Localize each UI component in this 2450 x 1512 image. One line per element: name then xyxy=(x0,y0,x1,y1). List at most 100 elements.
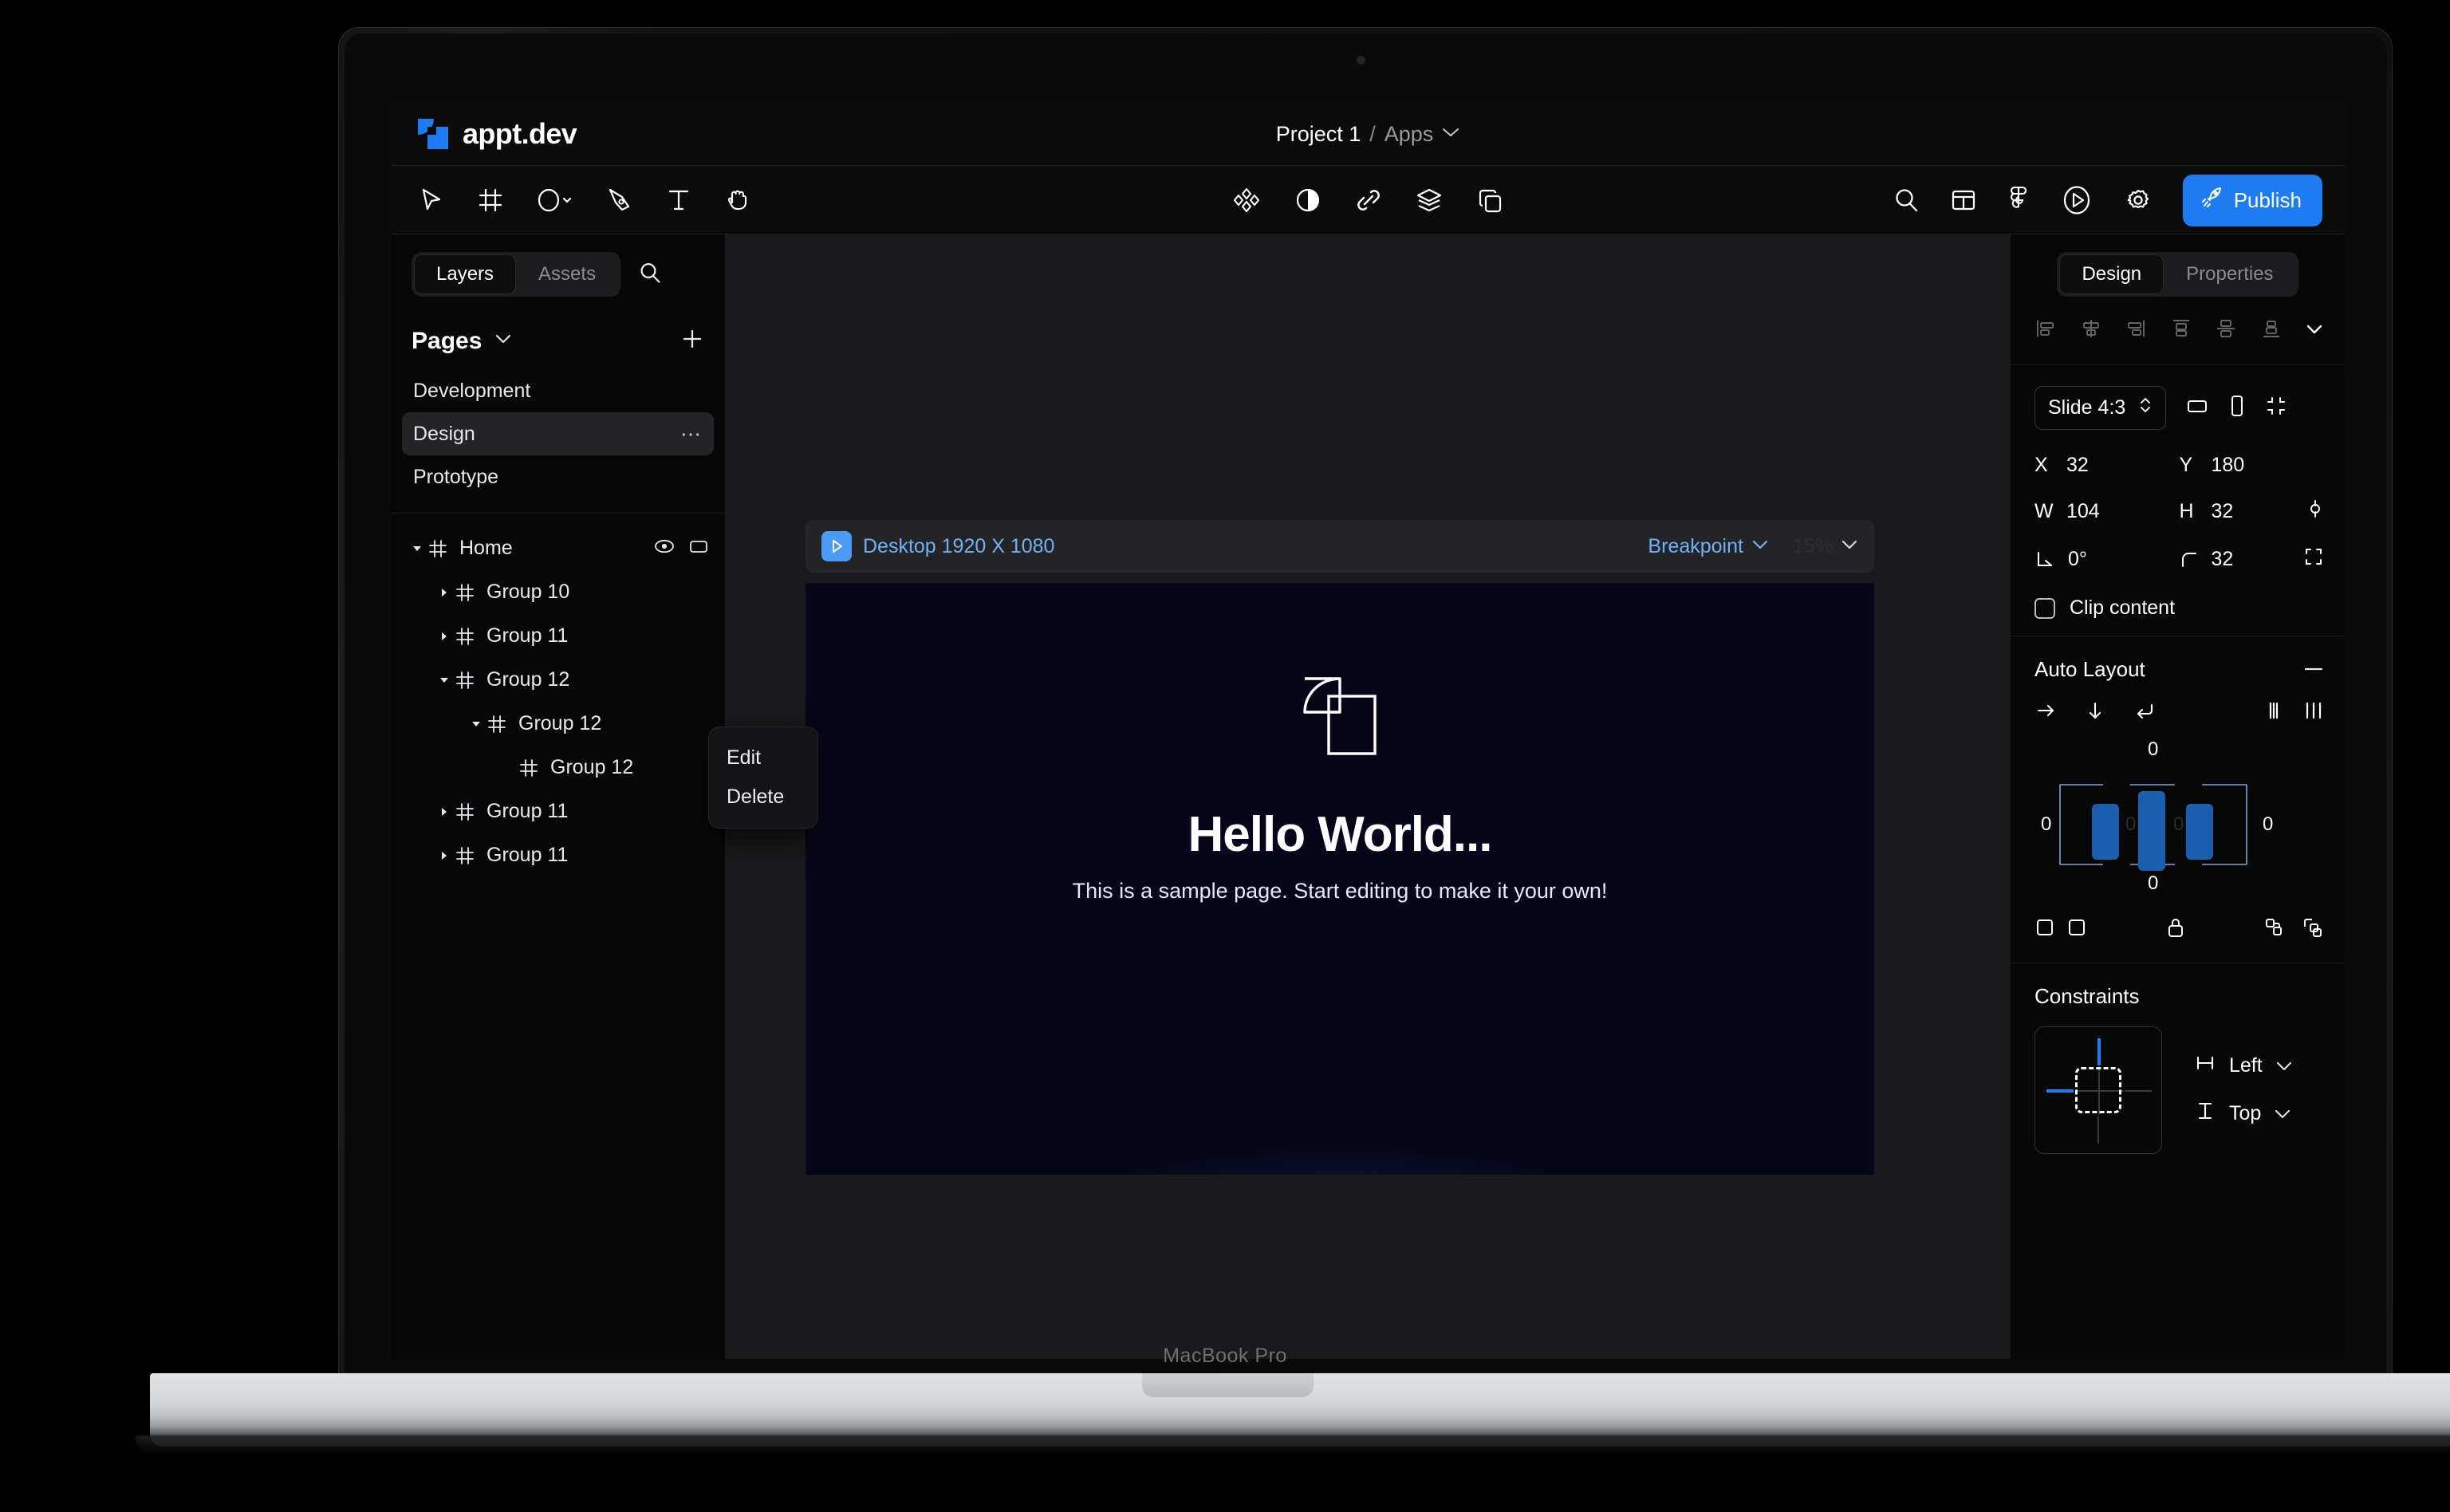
pen-icon[interactable] xyxy=(606,187,633,214)
width-field[interactable]: W 104 xyxy=(2034,498,2180,526)
play-triangle-icon[interactable] xyxy=(821,531,852,561)
copy-icon[interactable] xyxy=(1476,187,1503,214)
eye-icon[interactable] xyxy=(653,537,676,560)
page-item-development[interactable]: Development xyxy=(402,369,714,412)
padding-right-value[interactable]: 0 xyxy=(2263,813,2273,836)
layer-row-group-11-a[interactable]: Group 11 xyxy=(391,614,725,658)
padding-left-value[interactable]: 0 xyxy=(2041,813,2051,836)
table-grid-icon[interactable] xyxy=(1950,187,1977,214)
constraint-line-top[interactable] xyxy=(2097,1038,2101,1065)
height-field[interactable]: H 32 xyxy=(2180,498,2325,526)
frame-tag-icon[interactable] xyxy=(688,537,709,560)
arrow-down-icon[interactable] xyxy=(2084,699,2106,726)
layer-row-group-11-b[interactable]: Group 11 xyxy=(391,789,725,833)
context-menu-item-delete[interactable]: Delete xyxy=(709,778,817,817)
stack-front-icon[interactable] xyxy=(2263,916,2286,943)
page-item-design[interactable]: Design ⋯ xyxy=(402,412,714,455)
canvas-area[interactable]: Desktop 1920 X 1080 Breakpoint 15% Hello… xyxy=(726,234,2010,1359)
ellipse-icon[interactable] xyxy=(536,187,574,214)
chevron-down-icon[interactable] xyxy=(2305,323,2324,339)
breadcrumb-section[interactable]: Apps xyxy=(1385,122,1434,147)
caret-collapsed-icon[interactable] xyxy=(434,586,455,599)
play-circle-icon[interactable] xyxy=(2060,183,2094,217)
three-bars-wide-icon[interactable] xyxy=(2303,700,2324,725)
gap-right-value[interactable]: 0 xyxy=(2173,813,2184,836)
three-bars-tight-icon[interactable] xyxy=(2263,700,2284,725)
clip-content-checkbox[interactable]: Clip content xyxy=(2034,597,2324,620)
frame-title[interactable]: Desktop 1920 X 1080 xyxy=(863,535,1054,558)
tab-properties[interactable]: Properties xyxy=(2164,254,2295,294)
tab-layers[interactable]: Layers xyxy=(414,254,517,294)
lock-icon[interactable] xyxy=(2165,915,2186,943)
arrow-right-icon[interactable] xyxy=(2034,699,2057,726)
x-field[interactable]: X 32 xyxy=(2034,454,2180,477)
artboard[interactable]: Hello World... This is a sample page. St… xyxy=(806,583,1874,1175)
publish-button[interactable]: Publish xyxy=(2182,174,2322,226)
rotation-field[interactable]: 0° xyxy=(2034,546,2180,573)
caret-expanded-icon[interactable] xyxy=(407,542,427,555)
frame-icon[interactable] xyxy=(477,187,504,214)
layer-row-group-10[interactable]: Group 10 xyxy=(391,570,725,614)
constraint-line-right[interactable] xyxy=(2125,1090,2152,1092)
resize-hug-icon[interactable] xyxy=(2034,917,2055,942)
minus-icon[interactable] xyxy=(2303,663,2324,677)
context-menu-item-edit[interactable]: Edit xyxy=(709,738,817,778)
layer-row-group-11-c[interactable]: Group 11 xyxy=(391,833,725,877)
mobile-icon[interactable] xyxy=(2228,394,2246,422)
padding-top-value[interactable]: 0 xyxy=(2148,738,2158,761)
align-horizontal-center-icon[interactable] xyxy=(2080,317,2102,344)
components-diamond-icon[interactable] xyxy=(1232,186,1261,215)
hand-icon[interactable] xyxy=(724,187,751,214)
collapse-corners-icon[interactable] xyxy=(2265,395,2287,421)
layer-row-group-12-a[interactable]: Group 12 xyxy=(391,658,725,702)
zoom-select[interactable]: 15% xyxy=(1793,535,1858,558)
aspect-ratio-select[interactable]: Slide 4:3 xyxy=(2034,386,2167,430)
chevron-down-icon[interactable] xyxy=(1442,127,1459,142)
align-bottom-icon[interactable] xyxy=(2260,317,2283,344)
gap-left-value[interactable]: 0 xyxy=(2125,813,2136,836)
padding-bottom-value[interactable]: 0 xyxy=(2148,872,2158,895)
align-left-icon[interactable] xyxy=(2034,317,2057,344)
plus-icon[interactable] xyxy=(680,327,704,355)
contrast-circle-icon[interactable] xyxy=(1294,187,1322,214)
text-t-icon[interactable] xyxy=(665,187,692,214)
caret-expanded-icon[interactable] xyxy=(466,718,486,730)
wrap-return-icon[interactable] xyxy=(2133,699,2156,726)
caret-collapsed-icon[interactable] xyxy=(434,630,455,643)
caret-collapsed-icon[interactable] xyxy=(434,805,455,818)
desktop-icon[interactable] xyxy=(2185,396,2209,420)
layer-row-home[interactable]: Home xyxy=(391,526,725,570)
y-field[interactable]: Y 180 xyxy=(2180,454,2325,477)
constraint-line-left[interactable] xyxy=(2046,1089,2074,1093)
figma-icon[interactable] xyxy=(2007,186,2030,215)
vertical-constraint-select[interactable]: Top xyxy=(2194,1101,2293,1127)
align-vertical-center-icon[interactable] xyxy=(2215,317,2237,344)
layers-stack-icon[interactable] xyxy=(1416,187,1443,214)
gear-icon[interactable] xyxy=(2124,186,2153,215)
chevron-down-icon[interactable] xyxy=(494,333,512,348)
link-vertical-icon[interactable] xyxy=(2306,498,2324,526)
brand[interactable]: appt.dev xyxy=(391,116,577,152)
layer-row-group-12-c[interactable]: Group 12 xyxy=(391,746,725,789)
resize-fill-icon[interactable] xyxy=(2066,917,2087,942)
caret-expanded-icon[interactable] xyxy=(434,674,455,687)
tab-assets[interactable]: Assets xyxy=(516,254,618,294)
page-item-prototype[interactable]: Prototype xyxy=(402,455,714,498)
link-chain-icon[interactable] xyxy=(1355,187,1382,214)
constraints-pad[interactable] xyxy=(2034,1026,2162,1154)
align-right-icon[interactable] xyxy=(2125,317,2147,344)
corner-radius-field[interactable]: 32 xyxy=(2180,546,2325,573)
ellipsis-icon[interactable]: ⋯ xyxy=(680,423,703,444)
constraint-line-bottom[interactable] xyxy=(2097,1116,2099,1144)
align-top-icon[interactable] xyxy=(2170,317,2192,344)
search-icon[interactable] xyxy=(638,261,662,289)
horizontal-constraint-select[interactable]: Left xyxy=(2194,1053,2293,1078)
independent-corners-icon[interactable] xyxy=(2303,546,2324,573)
search-icon[interactable] xyxy=(1893,187,1920,214)
stack-back-icon[interactable] xyxy=(2302,916,2324,943)
breadcrumb-project[interactable]: Project 1 xyxy=(1276,122,1361,147)
breakpoint-select[interactable]: Breakpoint xyxy=(1648,535,1769,558)
caret-collapsed-icon[interactable] xyxy=(434,849,455,862)
cursor-arrow-icon[interactable] xyxy=(418,187,445,214)
tab-design[interactable]: Design xyxy=(2059,254,2164,294)
